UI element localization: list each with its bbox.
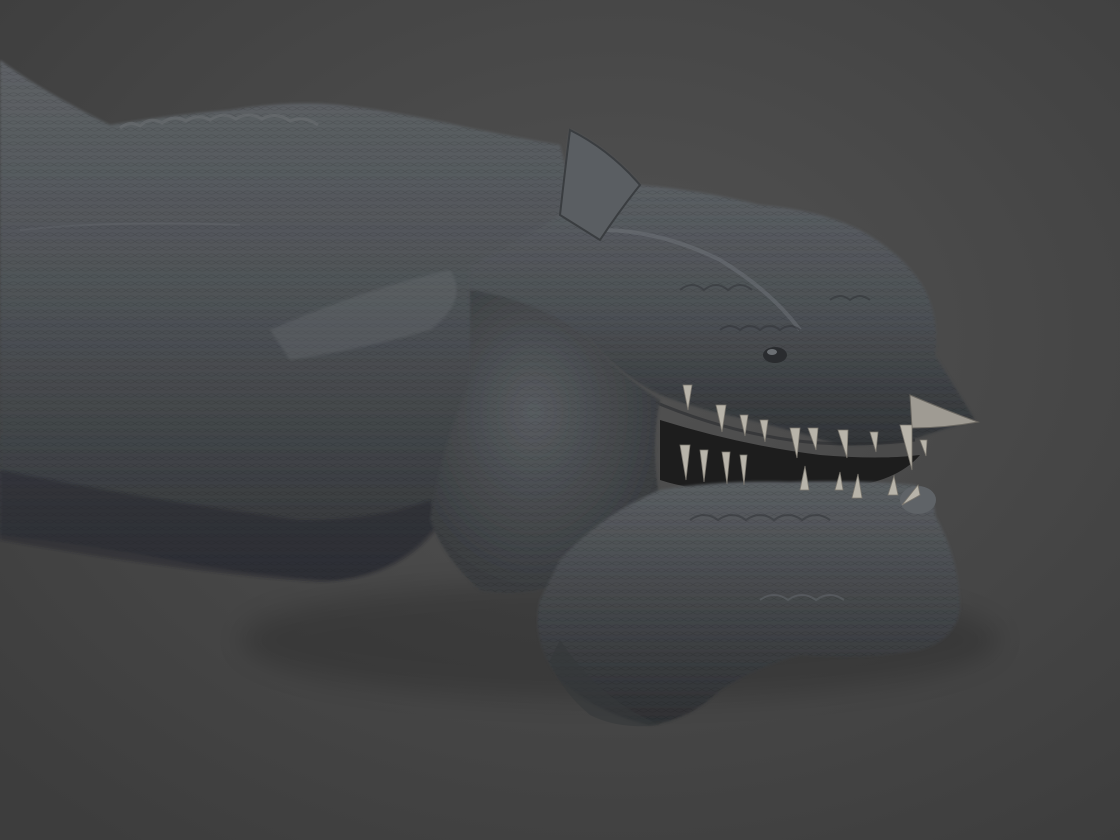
creature-render <box>0 0 1120 840</box>
viewport <box>0 0 1120 840</box>
eye-icon <box>763 347 787 363</box>
